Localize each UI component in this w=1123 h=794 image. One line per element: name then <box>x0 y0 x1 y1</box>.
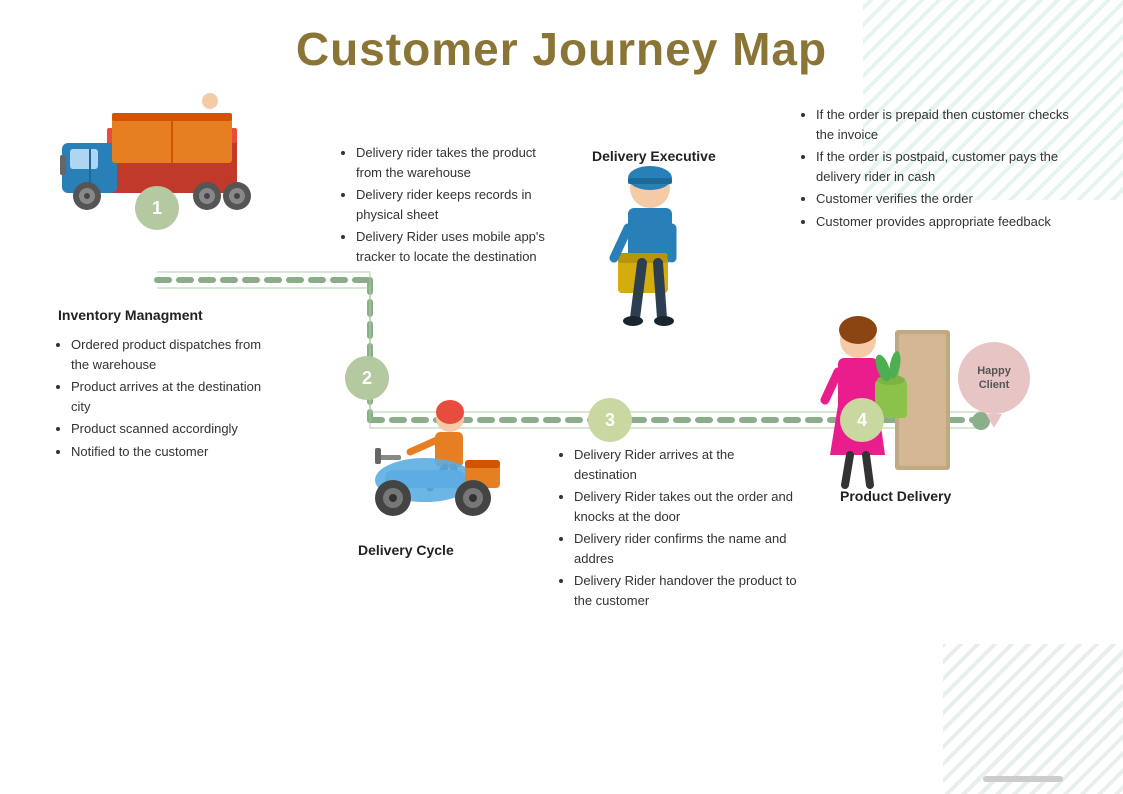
delivery-cycle-text-block: Delivery rider takes the product from th… <box>340 143 560 269</box>
delivery-exec-illustration <box>590 163 710 323</box>
happy-client-label: HappyClient <box>977 364 1011 393</box>
happy-client-pin <box>986 414 1002 428</box>
product-delivery-label: Product Delivery <box>840 488 951 504</box>
step3-item-1: Delivery Rider arrives at the destinatio… <box>574 445 798 484</box>
inventory-item-3: Product scanned accordingly <box>71 419 265 439</box>
delivery-exec-label: Delivery Executive <box>592 148 716 164</box>
step-2-circle: 2 <box>345 356 389 400</box>
inventory-list: Ordered product dispatches from the ware… <box>55 335 265 461</box>
happy-client-bubble: HappyClient <box>958 342 1030 428</box>
step3-item-4: Delivery Rider handover the product to t… <box>574 571 798 610</box>
pd-item-3: Customer verifies the order <box>816 189 1090 209</box>
step3-list: Delivery Rider arrives at the destinatio… <box>558 445 798 610</box>
step-4-circle: 4 <box>840 398 884 442</box>
pd-item-2: If the order is postpaid, customer pays … <box>816 147 1090 186</box>
step-1-circle: 1 <box>135 186 179 230</box>
scrollbar-indicator[interactable] <box>983 776 1063 782</box>
inventory-section-label: Inventory Managment <box>58 307 203 323</box>
step3-item-2: Delivery Rider takes out the order and k… <box>574 487 798 526</box>
inventory-item-2: Product arrives at the destination city <box>71 377 265 416</box>
step3-item-3: Delivery rider confirms the name and add… <box>574 529 798 568</box>
pd-item-4: Customer provides appropriate feedback <box>816 212 1090 232</box>
scooter-illustration <box>355 380 525 530</box>
product-delivery-text-block: If the order is prepaid then customer ch… <box>800 105 1090 234</box>
step3-text-block: Delivery Rider arrives at the destinatio… <box>558 445 798 613</box>
dc-item-3: Delivery Rider uses mobile app's tracker… <box>356 227 560 266</box>
inventory-text-block: Ordered product dispatches from the ware… <box>55 335 265 464</box>
delivery-cycle-list: Delivery rider takes the product from th… <box>340 143 560 266</box>
pd-item-1: If the order is prepaid then customer ch… <box>816 105 1090 144</box>
inventory-item-1: Ordered product dispatches from the ware… <box>71 335 265 374</box>
inventory-item-4: Notified to the customer <box>71 442 265 462</box>
product-delivery-illustration <box>820 310 950 480</box>
product-delivery-list: If the order is prepaid then customer ch… <box>800 105 1090 231</box>
dc-item-2: Delivery rider keeps records in physical… <box>356 185 560 224</box>
step-3-circle: 3 <box>588 398 632 442</box>
delivery-cycle-label: Delivery Cycle <box>358 542 454 558</box>
dc-item-1: Delivery rider takes the product from th… <box>356 143 560 182</box>
